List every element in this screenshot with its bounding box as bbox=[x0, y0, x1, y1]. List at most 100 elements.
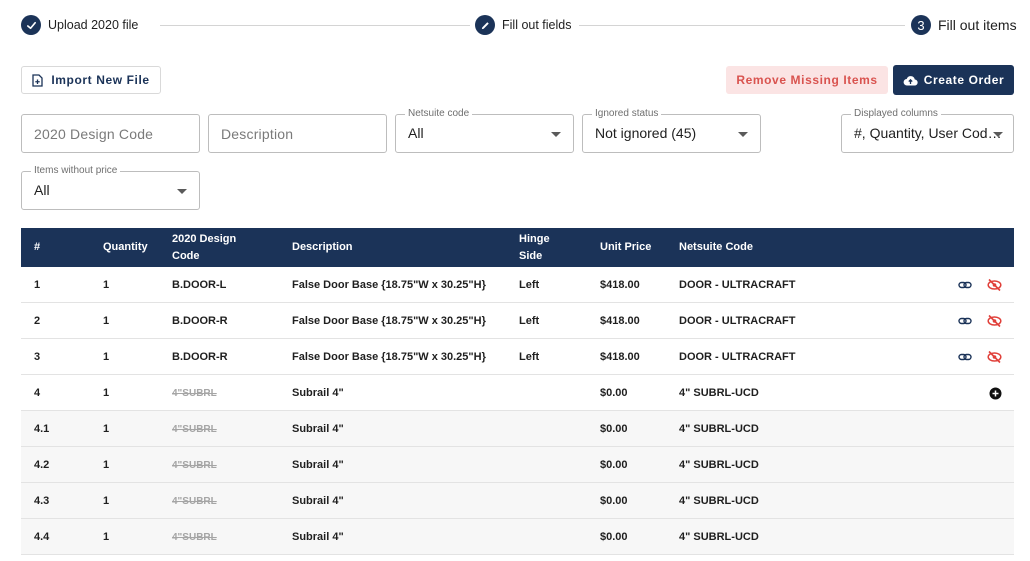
create-label: Create Order bbox=[923, 73, 1005, 87]
header-num[interactable]: # bbox=[34, 228, 40, 267]
cell-unit-price: $418.00 bbox=[600, 315, 640, 327]
displayed-columns-select[interactable]: Displayed columns #, Quantity, User Cod… bbox=[841, 108, 1014, 153]
netsuite-code-label: Netsuite code bbox=[405, 108, 473, 119]
description-input[interactable]: Description bbox=[208, 114, 387, 153]
import-new-file-button[interactable]: Import New File bbox=[21, 66, 161, 94]
cell-num: 3 bbox=[34, 351, 41, 363]
cell-unit-price: $0.00 bbox=[600, 495, 628, 507]
design-code-input[interactable]: 2020 Design Code bbox=[21, 114, 200, 153]
cell-design-code: 4"SUBRL bbox=[172, 459, 217, 471]
table-row: 3 1 B.DOOR-R False Door Base {18.75"W x … bbox=[21, 339, 1014, 375]
remove-label: Remove Missing Items bbox=[736, 73, 878, 87]
table-header: # Quantity 2020 Design Code Description … bbox=[21, 228, 1014, 267]
stepper-connector bbox=[575, 25, 905, 26]
header-hinge-line1: Hinge bbox=[519, 232, 550, 245]
pencil-icon bbox=[475, 15, 495, 35]
cell-design-code: 4"SUBRL bbox=[172, 387, 217, 399]
header-netsuite-code[interactable]: Netsuite Code bbox=[679, 228, 753, 267]
cell-netsuite-code: DOOR - ULTRACRAFT bbox=[679, 315, 796, 327]
step-upload[interactable]: Upload 2020 file bbox=[21, 15, 147, 35]
header-design-code-line1: 2020 Design bbox=[172, 232, 237, 245]
cell-num: 4 bbox=[34, 387, 41, 399]
cell-netsuite-code: DOOR - ULTRACRAFT bbox=[679, 279, 796, 291]
cell-quantity: 1 bbox=[103, 315, 110, 327]
step-label: Fill out items bbox=[938, 17, 1017, 33]
visibility-off-icon[interactable] bbox=[986, 313, 1002, 329]
cell-quantity: 1 bbox=[103, 351, 110, 363]
cell-unit-price: $0.00 bbox=[600, 459, 628, 471]
items-without-price-label: Items without price bbox=[31, 165, 121, 176]
cell-design-code: B.DOOR-R bbox=[172, 351, 228, 363]
table-row: 1 1 B.DOOR-L False Door Base {18.75"W x … bbox=[21, 267, 1014, 303]
stepper: Upload 2020 file Fill out fields 3 Fill … bbox=[0, 0, 1030, 52]
cell-description: Subrail 4" bbox=[292, 495, 344, 507]
description-placeholder: Description bbox=[221, 126, 294, 142]
remove-missing-items-button[interactable]: Remove Missing Items bbox=[726, 66, 888, 94]
chevron-down-icon bbox=[738, 132, 748, 137]
file-add-icon bbox=[32, 73, 43, 87]
cell-quantity: 1 bbox=[103, 531, 110, 543]
cell-netsuite-code: 4" SUBRL-UCD bbox=[679, 459, 759, 471]
table-row: 4 1 4"SUBRL Subrail 4" $0.00 4" SUBRL-UC… bbox=[21, 375, 1014, 411]
table-row: 4.4 1 4"SUBRL Subrail 4" $0.00 4" SUBRL-… bbox=[21, 519, 1014, 555]
ignored-status-select[interactable]: Ignored status Not ignored (45) bbox=[582, 108, 761, 153]
create-order-button[interactable]: Create Order bbox=[893, 65, 1014, 95]
step-number: 3 bbox=[911, 15, 931, 35]
chevron-down-icon bbox=[993, 132, 1003, 137]
step-label: Fill out fields bbox=[502, 18, 572, 32]
cell-quantity: 1 bbox=[103, 459, 110, 471]
cell-hinge-side: Left bbox=[519, 315, 540, 327]
cell-num: 4.2 bbox=[34, 459, 50, 471]
cell-design-code: B.DOOR-L bbox=[172, 279, 227, 291]
items-without-price-select[interactable]: Items without price All bbox=[21, 165, 200, 210]
table-row: 2 1 B.DOOR-R False Door Base {18.75"W x … bbox=[21, 303, 1014, 339]
chevron-down-icon bbox=[551, 132, 561, 137]
cell-quantity: 1 bbox=[103, 423, 110, 435]
cell-quantity: 1 bbox=[103, 387, 110, 399]
header-quantity[interactable]: Quantity bbox=[103, 228, 148, 267]
cloud-upload-icon bbox=[903, 75, 918, 86]
cell-num: 1 bbox=[34, 279, 41, 291]
netsuite-code-select[interactable]: Netsuite code All bbox=[395, 108, 574, 153]
cell-design-code: 4"SUBRL bbox=[172, 531, 217, 543]
ignored-status-value: Not ignored (45) bbox=[595, 125, 697, 141]
link-icon[interactable] bbox=[957, 277, 973, 293]
displayed-columns-value: #, Quantity, User Cod… bbox=[854, 125, 1002, 141]
link-icon[interactable] bbox=[957, 313, 973, 329]
cell-description: Subrail 4" bbox=[292, 423, 344, 435]
header-hinge-side[interactable]: Hinge Side bbox=[519, 228, 550, 267]
step-label: Upload 2020 file bbox=[48, 18, 139, 32]
stepper-connector bbox=[160, 25, 470, 26]
cell-design-code: 4"SUBRL bbox=[172, 423, 217, 435]
visibility-off-icon[interactable] bbox=[986, 277, 1002, 293]
cell-hinge-side: Left bbox=[519, 351, 540, 363]
table-row: 4.2 1 4"SUBRL Subrail 4" $0.00 4" SUBRL-… bbox=[21, 447, 1014, 483]
ignored-status-label: Ignored status bbox=[592, 108, 662, 119]
header-unit-price[interactable]: Unit Price bbox=[600, 228, 651, 267]
add-circle-icon[interactable] bbox=[987, 385, 1003, 401]
cell-description: False Door Base {18.75"W x 30.25"H} bbox=[292, 351, 486, 363]
visibility-off-icon[interactable] bbox=[986, 349, 1002, 365]
cell-netsuite-code: 4" SUBRL-UCD bbox=[679, 495, 759, 507]
items-table: # Quantity 2020 Design Code Description … bbox=[21, 228, 1014, 555]
cell-num: 2 bbox=[34, 315, 41, 327]
cell-num: 4.3 bbox=[34, 495, 50, 507]
step-fields[interactable]: Fill out fields bbox=[475, 15, 580, 35]
items-without-price-value: All bbox=[34, 182, 50, 198]
step-items[interactable]: 3 Fill out items bbox=[911, 15, 1017, 35]
cell-num: 4.1 bbox=[34, 423, 50, 435]
header-hinge-line2: Side bbox=[519, 249, 543, 262]
cell-netsuite-code: 4" SUBRL-UCD bbox=[679, 531, 759, 543]
cell-unit-price: $0.00 bbox=[600, 387, 628, 399]
link-icon[interactable] bbox=[957, 349, 973, 365]
cell-description: Subrail 4" bbox=[292, 531, 344, 543]
chevron-down-icon bbox=[177, 189, 187, 194]
cell-design-code: 4"SUBRL bbox=[172, 495, 217, 507]
cell-hinge-side: Left bbox=[519, 279, 540, 291]
header-design-code[interactable]: 2020 Design Code bbox=[172, 228, 236, 267]
header-description[interactable]: Description bbox=[292, 228, 353, 267]
cell-unit-price: $418.00 bbox=[600, 351, 640, 363]
cell-unit-price: $0.00 bbox=[600, 531, 628, 543]
header-design-code-line2: Code bbox=[172, 249, 200, 262]
check-icon bbox=[21, 15, 41, 35]
